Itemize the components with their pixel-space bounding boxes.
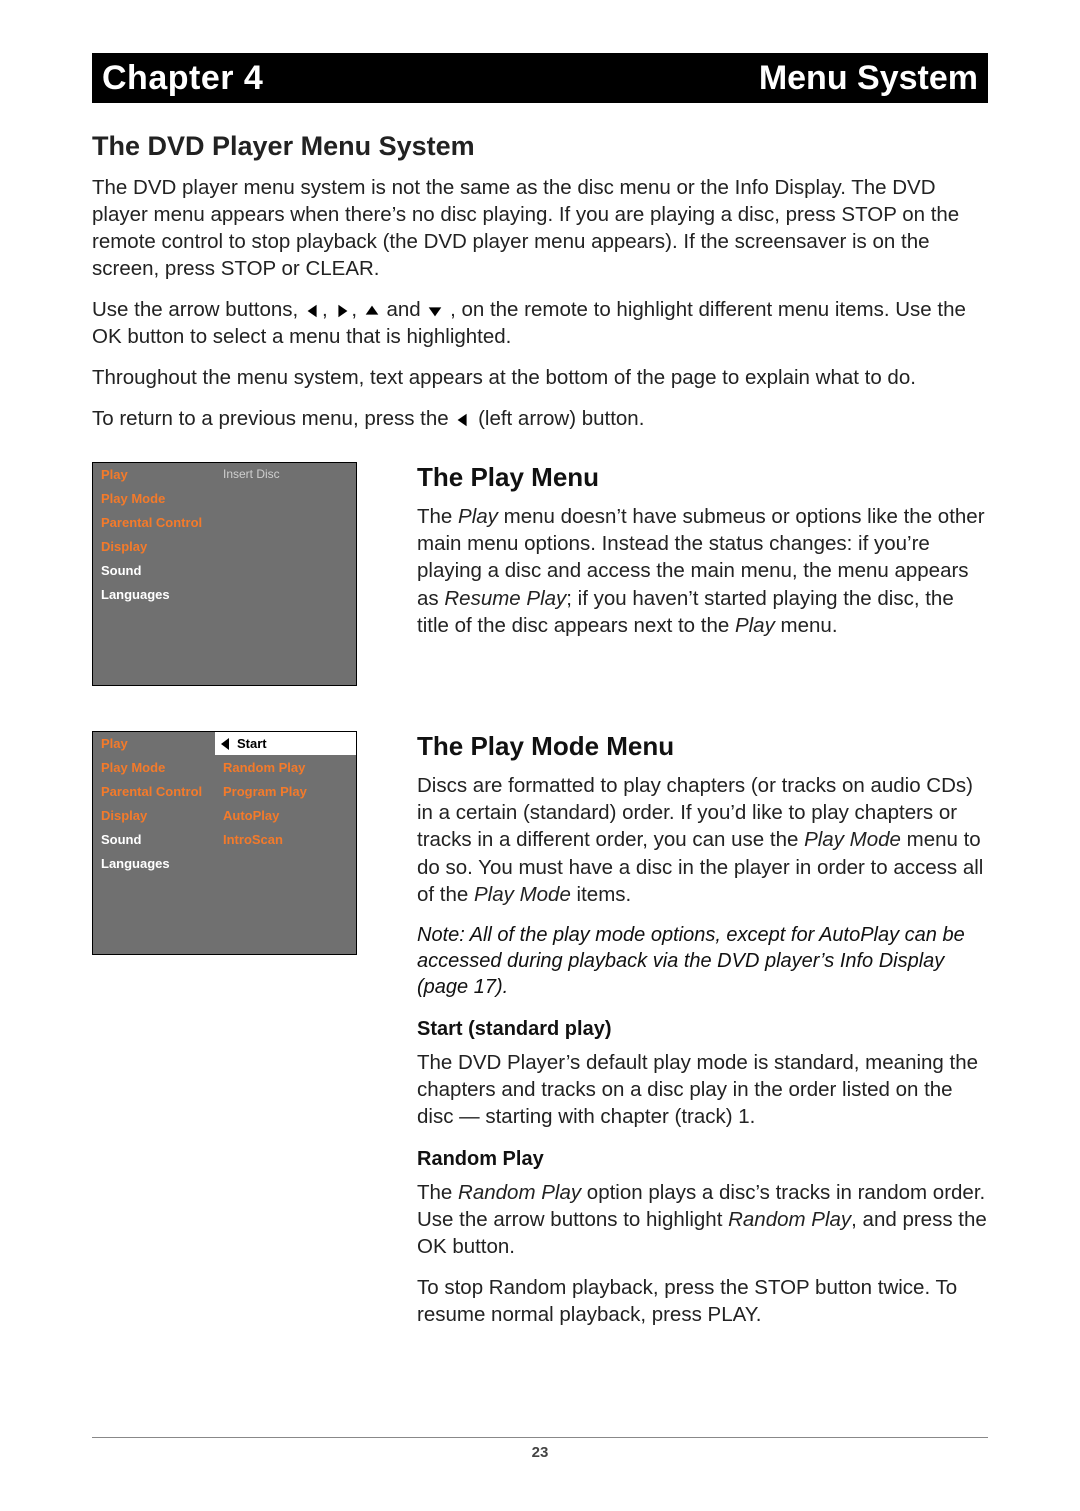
start-body: The DVD Player’s default play mode is st… (417, 1049, 988, 1130)
chapter-system-label: Menu System (759, 59, 978, 98)
random-subtitle: Random Play (417, 1148, 988, 1171)
random-body-1: The Random Play option plays a disc’s tr… (417, 1179, 988, 1260)
arrow-down-icon (426, 302, 444, 320)
random-body-2: To stop Random playback, press the STOP … (417, 1274, 988, 1328)
menu1-item-sound: Sound (93, 559, 215, 582)
menu2-right-autoplay: AutoPlay (215, 804, 356, 827)
manual-page: Chapter 4 Menu System The DVD Player Men… (0, 0, 1080, 1511)
play-mode-body: Discs are formatted to play chapters (or… (417, 772, 988, 907)
start-subtitle: Start (standard play) (417, 1018, 988, 1041)
p2-and: and (386, 298, 426, 321)
intro-paragraph-4: To return to a previous menu, press the … (92, 405, 988, 432)
menu-screenshot-2: Play Start Play ModeRandom Play Parental… (92, 731, 382, 1342)
menu2-item-play: Play (93, 732, 215, 755)
arrow-right-icon (333, 302, 351, 320)
intro-paragraph-2: Use the arrow buttons, , , and , on the … (92, 296, 988, 350)
menu1-row-play: Play Insert Disc (93, 463, 356, 487)
arrow-up-icon (363, 302, 381, 320)
menu2-item-display: Display (93, 804, 215, 827)
menu-box-1: Play Insert Disc Play Mode Parental Cont… (92, 462, 357, 686)
menu1-status: Insert Disc (215, 463, 356, 486)
page-footer: 23 (92, 1437, 988, 1461)
chapter-label: Chapter 4 (102, 59, 263, 98)
p4-b: (left arrow) button. (478, 407, 644, 430)
menu1-item-playmode: Play Mode (93, 487, 215, 510)
menu2-item-parental: Parental Control (93, 780, 215, 803)
menu2-item-languages: Languages (93, 852, 215, 875)
menu2-item-sound: Sound (93, 828, 215, 851)
menu1-item-parental: Parental Control (93, 511, 215, 534)
menu-box-2: Play Start Play ModeRandom Play Parental… (92, 731, 357, 955)
chevron-left-icon (221, 738, 229, 750)
play-menu-body: The Play menu doesn’t have submeus or op… (417, 503, 988, 638)
play-mode-title: The Play Mode Menu (417, 731, 988, 762)
menu2-right-start: Start (215, 732, 356, 755)
play-menu-title: The Play Menu (417, 462, 988, 493)
arrow-left-icon (454, 411, 472, 429)
menu1-item-play: Play (93, 463, 215, 486)
menu2-row-play: Play Start (93, 732, 356, 756)
chapter-header-bar: Chapter 4 Menu System (92, 53, 988, 103)
menu2-item-playmode: Play Mode (93, 756, 215, 779)
section-title: The DVD Player Menu System (92, 131, 988, 162)
menu1-item-display: Display (93, 535, 215, 558)
menu-screenshot-1: Play Insert Disc Play Mode Parental Cont… (92, 462, 382, 686)
row-play-mode-menu: Play Start Play ModeRandom Play Parental… (92, 731, 988, 1342)
arrow-left-icon (304, 302, 322, 320)
menu2-right-introscan: IntroScan (215, 828, 356, 851)
intro-paragraph-1: The DVD player menu system is not the sa… (92, 174, 988, 282)
intro-paragraph-3: Throughout the menu system, text appears… (92, 364, 988, 391)
play-mode-text: The Play Mode Menu Discs are formatted t… (417, 731, 988, 1342)
menu2-right-random: Random Play (215, 756, 356, 779)
page-number: 23 (532, 1444, 549, 1461)
play-menu-text: The Play Menu The Play menu doesn’t have… (417, 462, 988, 686)
row-play-menu: Play Insert Disc Play Mode Parental Cont… (92, 462, 988, 686)
play-mode-note: Note: All of the play mode options, exce… (417, 922, 988, 1000)
p2-text-a: Use the arrow buttons, (92, 298, 304, 321)
menu1-item-languages: Languages (93, 583, 215, 606)
menu2-right-program: Program Play (215, 780, 356, 803)
p4-a: To return to a previous menu, press the (92, 407, 454, 430)
